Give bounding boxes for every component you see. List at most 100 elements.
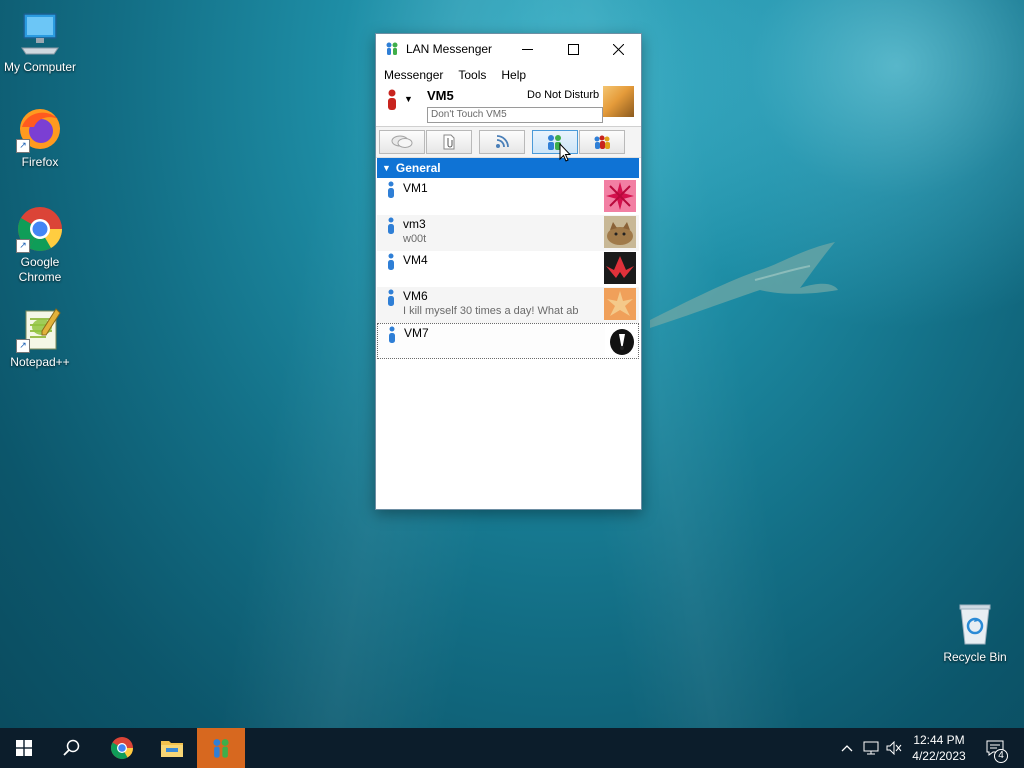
window-title: LAN Messenger xyxy=(406,42,493,56)
volume-tray-button[interactable] xyxy=(884,728,904,768)
close-button[interactable] xyxy=(595,34,641,64)
desktop-icon-label: My Computer xyxy=(3,60,77,74)
groups-button[interactable] xyxy=(579,130,625,154)
contact-row-selected[interactable]: VM7 xyxy=(377,323,639,359)
my-status-label: Do Not Disturb xyxy=(527,89,600,101)
status-dropdown-arrow-icon[interactable]: ▼ xyxy=(404,94,413,104)
desktop-icon-label: Google Chrome xyxy=(18,255,62,284)
minimize-icon xyxy=(521,48,533,50)
contact-note: I kill myself 30 times a day! What ab... xyxy=(403,305,578,317)
desktop-icon-my-computer[interactable]: My Computer xyxy=(0,10,80,75)
menu-help[interactable]: Help xyxy=(496,68,531,82)
taskbar: 12:44 PM 4/22/2023 4 xyxy=(0,728,1024,768)
wallpaper-surface-light xyxy=(600,0,1024,330)
mouse-cursor-icon xyxy=(559,143,571,162)
clock-time: 12:44 PM xyxy=(913,733,965,747)
taskbar-lan-messenger[interactable] xyxy=(197,728,245,768)
menu-bar: Messenger Tools Help xyxy=(376,64,641,86)
chrome-icon: ↗ xyxy=(16,205,64,253)
shortcut-arrow-icon: ↗ xyxy=(16,239,30,253)
maximize-icon xyxy=(567,43,579,55)
clock-date: 4/22/2023 xyxy=(912,749,966,763)
folder-icon xyxy=(161,741,183,757)
taskbar-file-explorer[interactable] xyxy=(148,728,196,768)
my-avatar[interactable] xyxy=(603,86,634,117)
contact-name: vm3 xyxy=(403,217,426,231)
status-online-icon xyxy=(388,181,394,198)
contact-avatar xyxy=(605,324,637,356)
maximize-button[interactable] xyxy=(550,34,596,64)
minimize-button[interactable] xyxy=(504,34,550,64)
title-bar[interactable]: LAN Messenger xyxy=(376,34,641,64)
contact-name: VM7 xyxy=(404,326,429,340)
start-button[interactable] xyxy=(0,728,48,768)
contact-note: w00t xyxy=(403,233,427,245)
computer-icon xyxy=(16,10,64,58)
file-transfer-button[interactable] xyxy=(426,130,472,154)
taskbar-clock[interactable]: 12:44 PM 4/22/2023 xyxy=(908,732,970,764)
contact-row[interactable]: vm3 w00t xyxy=(377,215,639,251)
desktop-icon-google-chrome[interactable]: ↗ Google Chrome xyxy=(0,205,80,285)
volume-muted-icon xyxy=(886,741,902,755)
contact-row[interactable]: VM1 xyxy=(377,179,639,215)
status-online-icon xyxy=(388,253,394,270)
search-button[interactable] xyxy=(48,728,96,768)
notepadpp-icon: ↗ xyxy=(16,305,64,353)
show-hidden-icons-button[interactable] xyxy=(838,728,856,768)
chat-icon xyxy=(391,135,413,148)
chat-button[interactable] xyxy=(379,130,425,154)
recycle-bin-icon xyxy=(951,600,999,648)
network-tray-button[interactable] xyxy=(860,728,882,768)
collapse-arrow-icon: ▼ xyxy=(382,163,391,173)
status-dnd-icon[interactable] xyxy=(386,89,398,111)
contact-row[interactable]: VM4 xyxy=(377,251,639,287)
contact-avatar xyxy=(604,288,636,320)
contact-avatar xyxy=(604,252,636,284)
desktop-icon-label: Notepad++ xyxy=(10,355,70,369)
contact-avatar xyxy=(604,180,636,212)
profile-panel: ▼ VM5 Do Not Disturb xyxy=(376,86,641,127)
desktop-icon-recycle-bin[interactable]: Recycle Bin xyxy=(935,600,1015,665)
menu-messenger[interactable]: Messenger xyxy=(379,68,448,82)
search-icon xyxy=(63,739,80,756)
group-header-general[interactable]: ▼ General xyxy=(377,158,639,178)
groups-icon xyxy=(594,135,610,149)
desktop-icon-label: Firefox xyxy=(21,155,59,169)
group-label: General xyxy=(395,161,441,175)
status-online-icon xyxy=(388,289,394,306)
status-online-icon xyxy=(388,217,394,234)
lan-messenger-window: LAN Messenger Messenger Tools Help ▼ VM5… xyxy=(375,33,642,510)
chrome-icon xyxy=(111,737,133,759)
broadcast-button[interactable] xyxy=(479,130,525,154)
desktop-icon-label: Recycle Bin xyxy=(943,650,1007,664)
my-display-name: VM5 xyxy=(427,88,454,103)
personal-note-input[interactable] xyxy=(427,107,603,123)
taskbar-chrome[interactable] xyxy=(98,728,146,768)
notification-count-badge: 4 xyxy=(994,749,1008,763)
windows-logo-icon xyxy=(16,740,32,756)
contact-avatar xyxy=(604,216,636,248)
contact-list: VM1 vm3 w00t VM4 VM6 I kill myself 30 ti… xyxy=(377,179,639,359)
toolbar xyxy=(376,127,641,158)
lan-messenger-app-icon xyxy=(386,42,398,55)
shortcut-arrow-icon: ↗ xyxy=(16,339,30,353)
add-contact-button[interactable] xyxy=(532,130,578,154)
action-center-button[interactable]: 4 xyxy=(980,728,1010,768)
wallpaper-mermaid-tail xyxy=(650,242,838,328)
file-transfer-icon xyxy=(443,134,455,150)
lan-messenger-app-icon xyxy=(213,739,229,758)
menu-tools[interactable]: Tools xyxy=(453,68,491,82)
contact-row[interactable]: VM6 I kill myself 30 times a day! What a… xyxy=(377,287,639,323)
contact-name: VM6 xyxy=(403,289,428,303)
desktop-icon-notepadpp[interactable]: ↗ Notepad++ xyxy=(0,305,80,370)
contact-name: VM4 xyxy=(403,253,428,267)
broadcast-icon xyxy=(496,135,509,148)
desktop-icon-firefox[interactable]: ↗ Firefox xyxy=(0,105,80,170)
shortcut-arrow-icon: ↗ xyxy=(16,139,30,153)
status-online-icon xyxy=(389,326,395,343)
firefox-icon: ↗ xyxy=(16,105,64,153)
network-icon xyxy=(863,741,879,755)
contact-name: VM1 xyxy=(403,181,428,195)
chevron-up-icon xyxy=(841,745,853,752)
close-icon xyxy=(612,43,624,55)
